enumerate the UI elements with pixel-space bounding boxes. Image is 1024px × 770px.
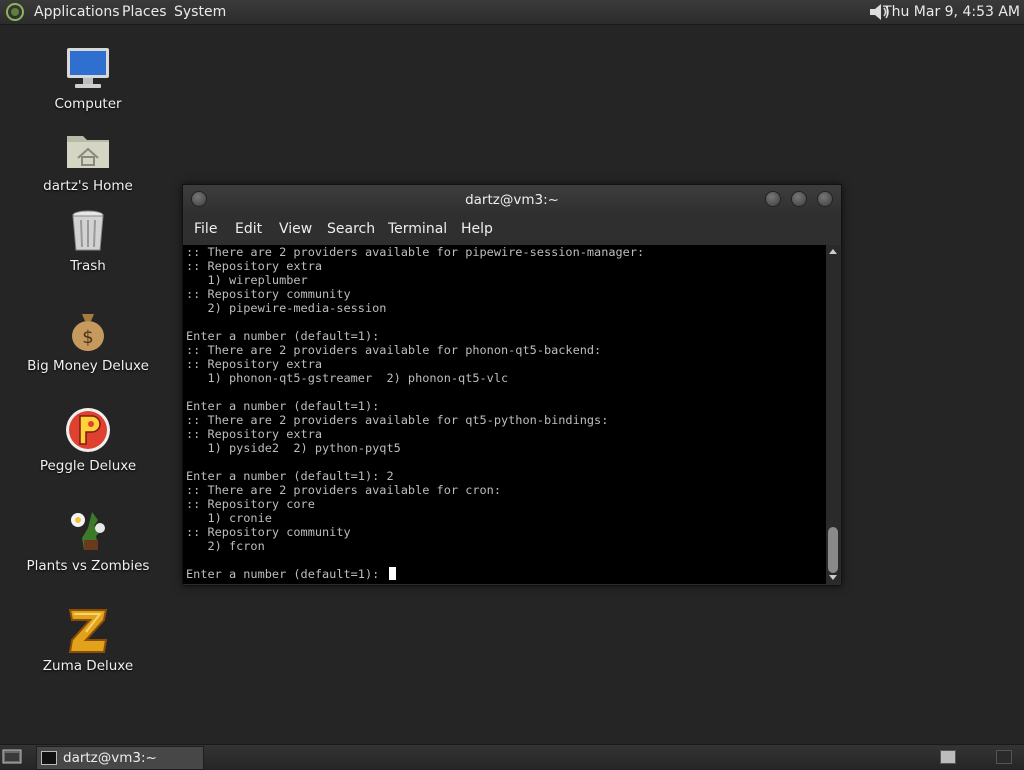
terminal-icon [41, 751, 57, 765]
zuma-icon [64, 606, 112, 654]
applications-menu[interactable]: Applications [34, 0, 120, 24]
desktop-icon-plants-vs-zombies[interactable]: Plants vs Zombies [13, 506, 163, 574]
taskbar-window-terminal[interactable]: dartz@vm3:~ [36, 746, 204, 770]
terminal-line: :: Repository extra [186, 259, 323, 273]
minimize-button[interactable] [765, 191, 781, 207]
desktop-icon-label: Computer [54, 96, 122, 112]
terminal-line: Enter a number (default=1): [186, 399, 380, 413]
terminal-scrollbar[interactable] [826, 245, 840, 584]
plants-vs-zombies-icon [64, 506, 112, 554]
terminal-line: :: There are 2 providers available for p… [186, 245, 645, 259]
menu-edit[interactable]: Edit [235, 221, 262, 237]
desktop-icon-big-money[interactable]: $ Big Money Deluxe [13, 306, 163, 374]
desktop-icon-zuma[interactable]: Zuma Deluxe [13, 606, 163, 674]
top-panel: Applications Places System Thu Mar 9, 4:… [0, 0, 1024, 25]
menu-terminal[interactable]: Terminal [388, 221, 447, 237]
desktop-icon-label: dartz's Home [43, 178, 133, 194]
terminal-line: 1) phonon-qt5-gstreamer 2) phonon-qt5-vl… [186, 371, 509, 385]
terminal-line: :: Repository core [186, 497, 315, 511]
desktop-icon-label: Peggle Deluxe [39, 458, 137, 474]
peggle-icon [64, 406, 112, 454]
terminal-line: :: Repository extra [186, 427, 323, 441]
scroll-up-arrow-icon[interactable] [829, 249, 837, 254]
desktop-icon-label: Trash [70, 258, 106, 274]
desktop-icon-peggle[interactable]: Peggle Deluxe [13, 406, 163, 474]
svg-text:$: $ [82, 327, 93, 348]
terminal-window[interactable]: dartz@vm3:~ File Edit View Search Termin… [182, 184, 842, 586]
trash-can-icon [64, 206, 112, 254]
taskbar-window-label: dartz@vm3:~ [63, 750, 157, 766]
menu-view[interactable]: View [279, 221, 312, 237]
window-title: dartz@vm3:~ [465, 192, 559, 208]
terminal-line: :: Repository extra [186, 357, 323, 371]
menu-file[interactable]: File [194, 221, 217, 237]
terminal-line: :: There are 2 providers available for c… [186, 483, 501, 497]
terminal-line: Enter a number (default=1): [186, 329, 380, 343]
bottom-panel: dartz@vm3:~ [0, 744, 1024, 770]
places-menu[interactable]: Places [122, 0, 167, 24]
computer-monitor-icon [64, 44, 112, 92]
scrollbar-thumb[interactable] [828, 527, 838, 573]
menu-help[interactable]: Help [461, 221, 493, 237]
scroll-down-arrow-icon[interactable] [829, 575, 837, 580]
maximize-button[interactable] [791, 191, 807, 207]
system-menu[interactable]: System [174, 0, 226, 24]
window-titlebar[interactable]: dartz@vm3:~ [183, 185, 841, 215]
money-bag-icon: $ [64, 306, 112, 354]
workspace-1-button[interactable] [940, 750, 956, 764]
mate-logo-icon[interactable] [6, 3, 24, 21]
terminal-line: 2) pipewire-media-session [186, 301, 387, 315]
terminal-line: :: Repository community [186, 525, 351, 539]
desktop-icon-label: Plants vs Zombies [26, 558, 150, 574]
close-button[interactable] [817, 191, 833, 207]
terminal-line: 2) fcron [186, 539, 265, 553]
terminal-prompt-line: Enter a number (default=1): [186, 567, 387, 581]
terminal-menubar: File Edit View Search Terminal Help [183, 215, 841, 245]
terminal-line: 1) pyside2 2) python-pyqt5 [186, 441, 401, 455]
terminal-line: :: There are 2 providers available for q… [186, 413, 609, 427]
show-desktop-icon[interactable] [2, 748, 22, 765]
desktop-icon-label: Big Money Deluxe [27, 358, 149, 374]
menu-search[interactable]: Search [327, 221, 375, 237]
terminal-cursor [389, 567, 397, 580]
terminal-line: :: There are 2 providers available for p… [186, 343, 602, 357]
desktop-icon-home[interactable]: dartz's Home [13, 126, 163, 194]
clock[interactable]: Thu Mar 9, 4:53 AM [883, 0, 1020, 24]
terminal-line: :: Repository community [186, 287, 351, 301]
terminal-line: 1) wireplumber [186, 273, 308, 287]
desktop-icon-trash[interactable]: Trash [13, 206, 163, 274]
terminal-line: 1) cronie [186, 511, 272, 525]
desktop-icon-computer[interactable]: Computer [13, 44, 163, 112]
terminal-line: Enter a number (default=1): 2 [186, 469, 394, 483]
workspace-2-button[interactable] [996, 750, 1012, 764]
home-folder-icon [64, 126, 112, 174]
terminal-output[interactable]: :: There are 2 providers available for p… [183, 245, 826, 584]
desktop-icon-label: Zuma Deluxe [42, 658, 134, 674]
